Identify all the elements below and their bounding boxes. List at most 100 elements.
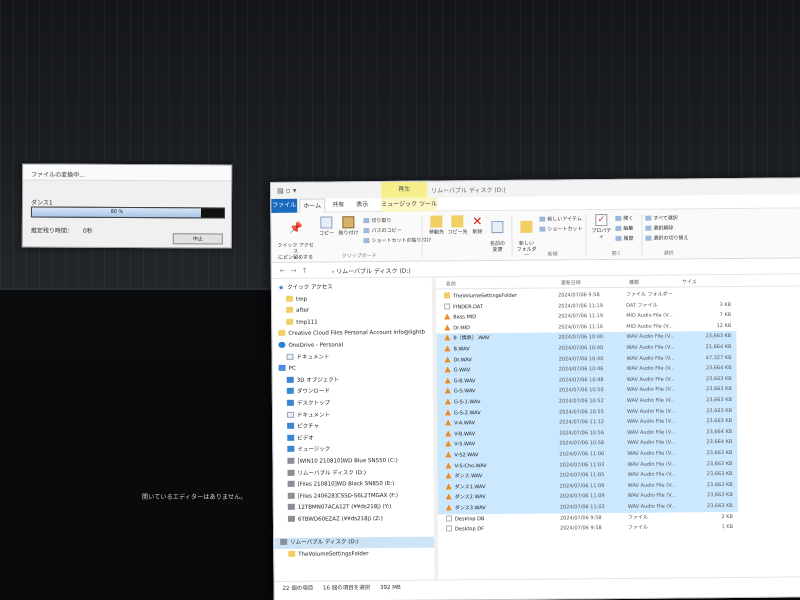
file-size: 1 KB [721, 524, 734, 531]
copy-button[interactable]: コピー [317, 216, 335, 237]
vlc-cone-icon [445, 440, 452, 447]
nav-item[interactable]: リムーバブル ディスク (D:) [274, 467, 436, 479]
file-name: B（情熱）.WAV [444, 333, 490, 344]
history-button[interactable]: 履歴 [615, 235, 634, 242]
nav-item[interactable]: TheVolumeSettingsFolder [274, 548, 436, 560]
cut-button[interactable]: 切り取り [363, 217, 391, 224]
file-list-header: 名前 更新日時 種類 サイズ [435, 274, 800, 290]
file-type: WAV Audio File (V... [626, 344, 675, 351]
file-type: ファイル [627, 514, 648, 521]
nav-item[interactable]: tmp [272, 293, 434, 305]
file-date: 2024/07/06 11:03 [559, 504, 605, 511]
file-name: B.WAV [444, 344, 470, 355]
nav-item[interactable]: Creative Cloud Files Personal Account in… [272, 328, 434, 340]
nav-item[interactable]: [Files 210810]WD Black SN850 (E:) [274, 479, 436, 491]
vlc-cone-icon [445, 462, 452, 469]
nav-item[interactable]: ダウンロード [273, 386, 435, 398]
nav-item[interactable]: デスクトップ [273, 398, 435, 410]
nav-item[interactable]: ミュージック [273, 444, 435, 456]
rename-button[interactable]: 名前の 変更 [487, 215, 507, 253]
select-none-button[interactable]: 選択解除 [645, 224, 673, 232]
vlc-cone-icon [445, 472, 452, 479]
tab-view[interactable]: 表示 [351, 198, 373, 212]
vlc-cone-icon [445, 504, 452, 511]
invert-selection-button[interactable]: 選択の切り替え [645, 234, 689, 242]
progress-text: 80 % [110, 208, 124, 215]
nav-item[interactable]: ドキュメント [272, 351, 434, 363]
copy-to-button[interactable]: コピー先 [447, 215, 467, 235]
new-item-label: 新しいアイテム [547, 216, 582, 223]
file-type: WAV Audio File (V... [627, 450, 676, 457]
tab-music-tools[interactable]: ミュージック ツール [381, 197, 438, 213]
nav-item[interactable]: リムーバブル ディスク (D:) [274, 536, 437, 550]
nav-item[interactable]: 12TBMN07ACA12T (¥¥ds218j) (Y:) [274, 502, 436, 514]
selected-size: 392 MB [380, 584, 401, 592]
nav-item[interactable]: ビデオ [273, 432, 435, 444]
new-item-button[interactable]: 新しいアイテム [539, 215, 582, 223]
quick-access-toolbar-icon[interactable]: ▤ ▫ ▾ [277, 187, 296, 195]
nav-item[interactable]: 6TBWD60EZAZ (¥¥ds218j) (Z:) [274, 514, 436, 526]
file-type: WAV Audio File (V... [627, 503, 676, 510]
move-to-button[interactable]: 移動先 [427, 215, 445, 236]
nav-item[interactable]: ドキュメント [273, 409, 435, 421]
nav-item[interactable]: tmp111 [272, 316, 434, 328]
tab-file[interactable]: ファイル [271, 198, 298, 213]
file-name: V-B.WAV [445, 429, 475, 440]
tab-home[interactable]: ホーム [299, 198, 326, 213]
nav-item[interactable]: [WIN10 210810]WD Blue SN550 (C:) [273, 456, 435, 468]
address-path[interactable]: › リムーバブル ディスク (D:) [332, 266, 411, 276]
file-date: 2024/07/06 11:00 [559, 451, 605, 458]
file-type: ファイル [628, 524, 649, 532]
shortcut-button[interactable]: ショートカット [539, 225, 582, 233]
tab-share[interactable]: 共有 [327, 198, 349, 212]
properties-button[interactable]: ✓ プロパティ [589, 214, 613, 240]
pin-quick-access-button[interactable]: 📌 クイック アクセス にピン留めする [275, 217, 315, 261]
rename-label: 名前の 変更 [490, 240, 506, 254]
nav-item-label: ピクチャ [297, 423, 320, 430]
column-name[interactable]: 名前 [446, 280, 456, 287]
select-all-button[interactable]: すべて選択 [645, 214, 678, 222]
file-date: 2024/07/06 11:03 [559, 461, 605, 469]
new-item-icon [539, 216, 546, 222]
file-date: 2024/07/06 10:48 [558, 376, 604, 384]
vlc-cone-icon [444, 334, 451, 341]
history-icon [615, 235, 622, 241]
open-button[interactable]: 開く [615, 215, 633, 222]
nav-item[interactable]: [Files 240628]CSSD-S6L2TMGAX (F:) [274, 490, 436, 502]
nav-item[interactable]: ★ クイック アクセス [272, 282, 434, 294]
column-size[interactable]: サイズ [682, 278, 697, 285]
cancel-button[interactable]: 中止 [172, 233, 223, 245]
nav-item-label: リムーバブル ディスク (D:) [297, 469, 367, 477]
nav-item[interactable]: ピクチャ [273, 421, 435, 433]
nav-item[interactable]: PC [273, 363, 435, 375]
back-forward-up-icons[interactable]: ←→↑ [280, 267, 313, 275]
nav-item[interactable]: OneDrive - Personal [272, 340, 434, 352]
edit-button[interactable]: 編集 [615, 225, 633, 232]
nav-item-label: [Files 240628]CSSD-S6L2TMGAX (F:) [297, 492, 399, 500]
file-name: FINDER.DAT [444, 302, 483, 313]
file-type: ファイル フォルダー [625, 291, 673, 298]
file-name-text: G-B.WAV [453, 378, 476, 385]
nav-item[interactable] [274, 525, 436, 537]
delete-button[interactable]: ✕ 削除 [469, 214, 485, 235]
shortcut-icon [539, 226, 546, 232]
column-date[interactable]: 更新日時 [561, 279, 581, 286]
file-size: 23,663 KB [706, 460, 733, 467]
new-group-label: 新規 [547, 251, 558, 258]
copy-path-button[interactable]: パスのコピー [363, 227, 401, 234]
blue-icon [287, 446, 295, 453]
paste-button[interactable]: 貼り付け [337, 216, 359, 236]
file-row[interactable]: Desktop DF 2024/07/06 9:58 ファイル 1 KB [438, 522, 738, 535]
nav-item[interactable]: 3D オブジェクト [273, 374, 435, 386]
column-type[interactable]: 種類 [629, 279, 639, 286]
nav-item-label: 6TBWD60EZAZ (¥¥ds218j) (Z:) [297, 516, 383, 523]
paste-shortcut-icon [363, 238, 370, 244]
folder-icon [285, 295, 294, 302]
file-type: WAV Audio File (V... [626, 355, 675, 362]
nav-item[interactable]: after [272, 305, 434, 317]
play-context-tab[interactable]: 再生 [381, 181, 428, 199]
new-folder-button[interactable]: 新しい フォルダー [515, 215, 537, 259]
ribbon-separator [641, 213, 643, 256]
file-name-text: G-S-1.WAV [453, 399, 481, 406]
vlc-cone-icon [445, 493, 452, 500]
